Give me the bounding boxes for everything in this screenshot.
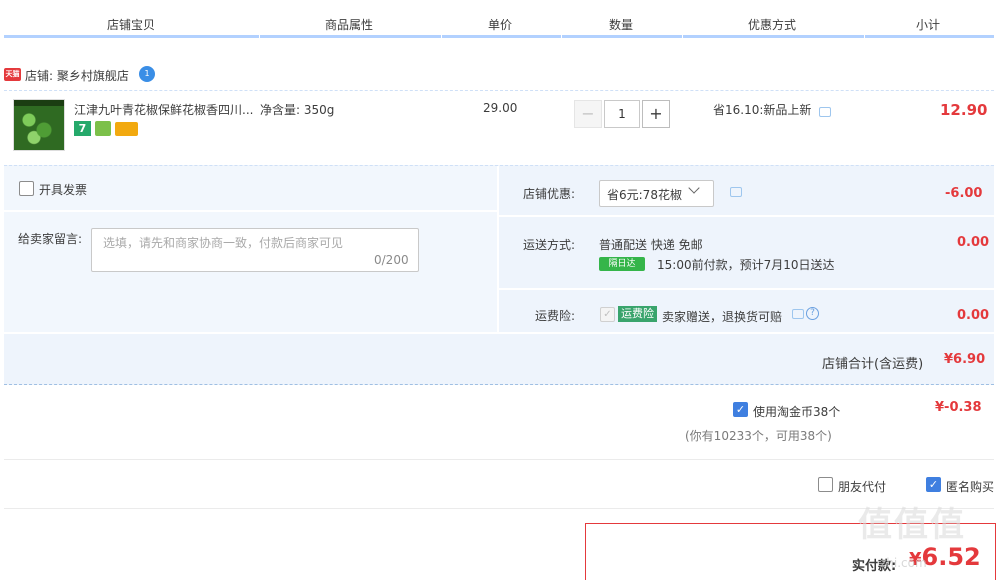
shop-total-label: 店铺合计(含运费) (822, 357, 924, 372)
quantity-decrease-button[interactable]: − (574, 100, 602, 128)
divider (4, 332, 994, 334)
quantity-increase-button[interactable]: + (642, 100, 670, 128)
thumbnail-banner (14, 100, 64, 106)
insurance-description: 卖家赠送，退换货可赔 (662, 310, 783, 324)
product-thumbnail[interactable] (13, 99, 65, 151)
discount-message-icon[interactable] (730, 187, 742, 197)
shop-total-value: ¥6.90 (944, 352, 986, 367)
service-badge-icon[interactable] (95, 121, 111, 136)
shop-discount-value: -6.00 (945, 186, 983, 201)
shipping-eta: 15:00前付款，预计7月10日送达 (657, 258, 835, 272)
divider (4, 90, 994, 91)
seller-message-counter: 0/200 (374, 253, 409, 267)
unit-price: 29.00 (483, 101, 518, 115)
insurance-label: 运费险: (535, 309, 576, 323)
taobao-coins-checkbox[interactable]: ✓ (733, 402, 748, 417)
divider (4, 384, 994, 385)
anonymous-checkbox[interactable]: ✓ (926, 477, 941, 492)
invoice-label: 开具发票 (39, 183, 88, 197)
promotion-text: 省16.10:新品上新 (713, 103, 812, 117)
chat-wangwang-icon[interactable]: 1 (139, 66, 155, 82)
divider (4, 508, 994, 509)
divider (4, 459, 994, 460)
insurance-tag: 运费险 (618, 306, 657, 322)
insurance-checkbox: ✓ (600, 307, 615, 322)
shipping-method: 普通配送 快递 免邮 (599, 238, 703, 252)
header-col-attributes: 商品属性 (325, 18, 374, 32)
tmall-badge-icon: 天猫 (4, 68, 21, 81)
credit-card-icon[interactable] (115, 122, 138, 136)
watermark-domain: zhi.com (880, 556, 927, 570)
header-col-shop-item: 店铺宝贝 (107, 18, 156, 32)
header-col-subtotal: 小计 (916, 18, 941, 32)
quantity-input[interactable]: 1 (604, 100, 640, 128)
divider (4, 210, 497, 212)
seller-message-placeholder: 选填，请先和商家协商一致，付款后商家可见 (103, 236, 344, 250)
shop-discount-label: 店铺优惠: (523, 187, 576, 201)
seven-day-return-icon[interactable]: 7 (74, 121, 91, 136)
header-col-discount: 优惠方式 (748, 18, 797, 32)
product-property: 净含量: 350g (260, 103, 335, 117)
item-subtotal: 12.90 (940, 101, 988, 119)
friend-pay-label: 朋友代付 (838, 480, 887, 494)
promotion-message-icon[interactable] (819, 107, 831, 117)
header-col-unit-price: 单价 (488, 18, 513, 32)
table-header: 店铺宝贝 商品属性 单价 数量 优惠方式 小计 (4, 12, 994, 38)
taobao-coins-value: ¥-0.38 (935, 400, 982, 415)
insurance-value: 0.00 (957, 308, 990, 323)
taobao-coins-note: (你有10233个，可用38个) (685, 429, 832, 443)
divider (497, 166, 499, 332)
shipping-value: 0.00 (957, 235, 990, 250)
seller-message-label: 给卖家留言: (18, 232, 83, 246)
product-title-link[interactable]: 江津九叶青花椒保鲜花椒香四川... (74, 101, 256, 118)
help-question-icon[interactable]: ? (806, 307, 819, 320)
divider (499, 288, 994, 290)
payment-amount: 6.52 (921, 543, 981, 571)
quantity-stepper: − 1 + (574, 100, 670, 128)
header-col-quantity: 数量 (609, 18, 634, 32)
shop-name-link[interactable]: 店铺: 聚乡村旗舰店 (25, 67, 129, 84)
taobao-coins-label: 使用淘金币38个 (753, 405, 841, 419)
divider (499, 215, 994, 217)
shop-discount-selected: 省6元:78花椒 (607, 188, 682, 202)
insurance-message-icon[interactable] (792, 309, 804, 319)
next-day-delivery-badge: 隔日达 (599, 257, 645, 271)
anonymous-label: 匿名购买 (946, 480, 995, 494)
invoice-checkbox[interactable] (19, 181, 34, 196)
friend-pay-checkbox[interactable] (818, 477, 833, 492)
shipping-label: 运送方式: (523, 238, 576, 252)
watermark: 值值值 (858, 505, 966, 545)
